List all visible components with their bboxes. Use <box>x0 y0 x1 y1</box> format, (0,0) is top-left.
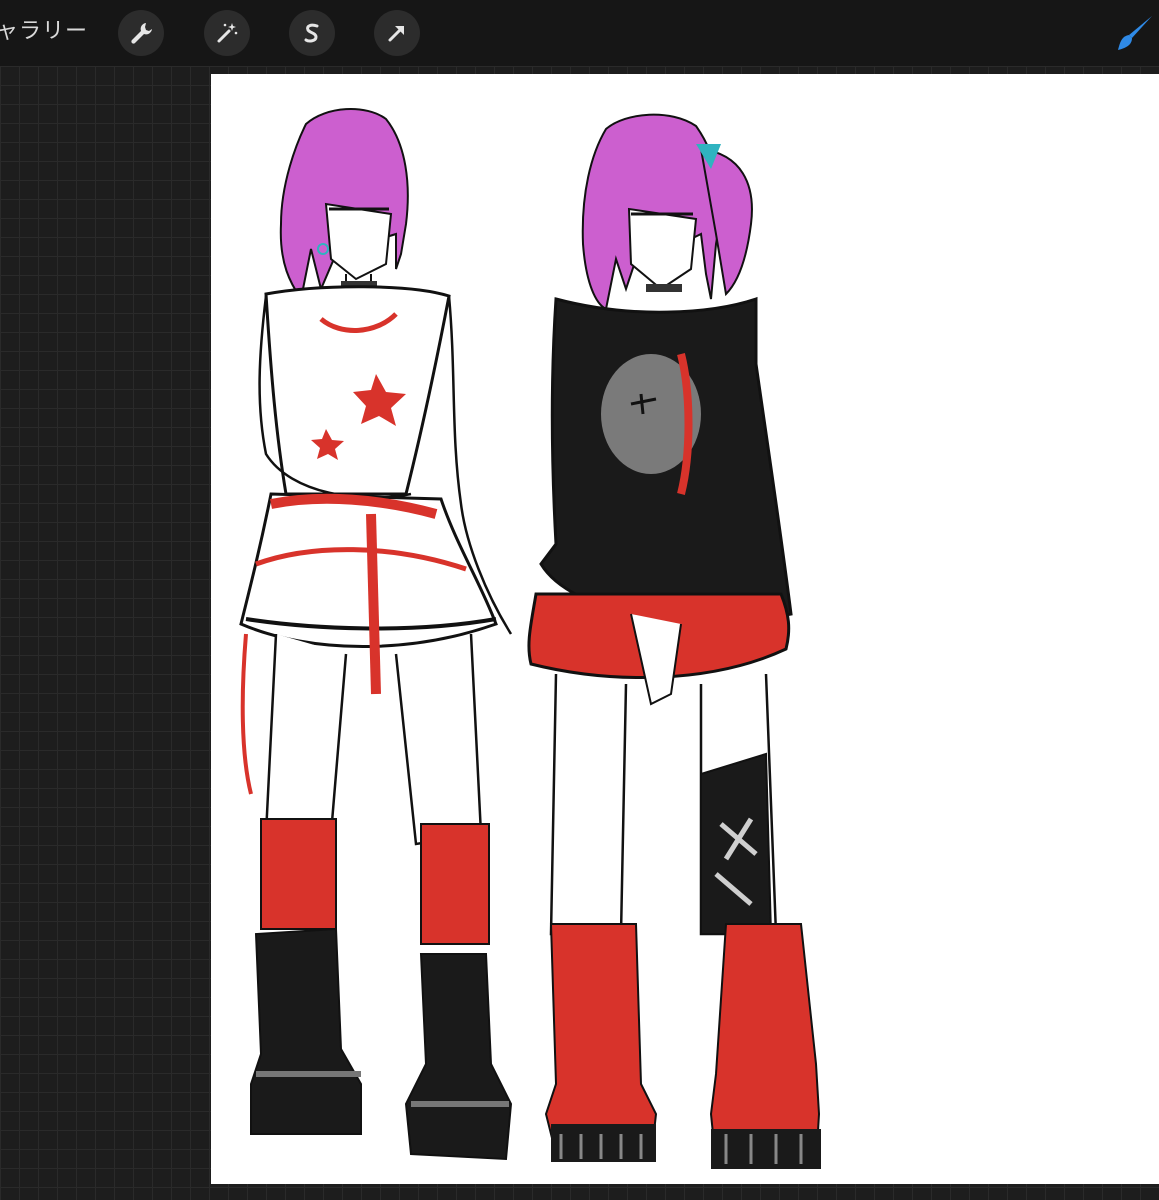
magic-wand-icon <box>214 20 240 46</box>
gallery-button[interactable]: ャラリー <box>0 14 88 50</box>
right-figure <box>527 113 821 1169</box>
actions-button[interactable] <box>118 10 164 56</box>
adjustments-button[interactable] <box>204 10 250 56</box>
arrow-icon <box>384 20 410 46</box>
paintbrush-icon <box>1112 16 1156 60</box>
top-toolbar: ャラリー <box>0 0 1159 66</box>
wrench-icon <box>128 20 154 46</box>
left-figure <box>239 108 513 1161</box>
sketch-artwork <box>239 108 821 1169</box>
drawing-canvas[interactable] <box>211 74 1159 1184</box>
transform-button[interactable] <box>374 10 420 56</box>
brush-button[interactable] <box>1112 12 1156 56</box>
s-curve-icon <box>299 20 325 46</box>
selection-button[interactable] <box>289 10 335 56</box>
